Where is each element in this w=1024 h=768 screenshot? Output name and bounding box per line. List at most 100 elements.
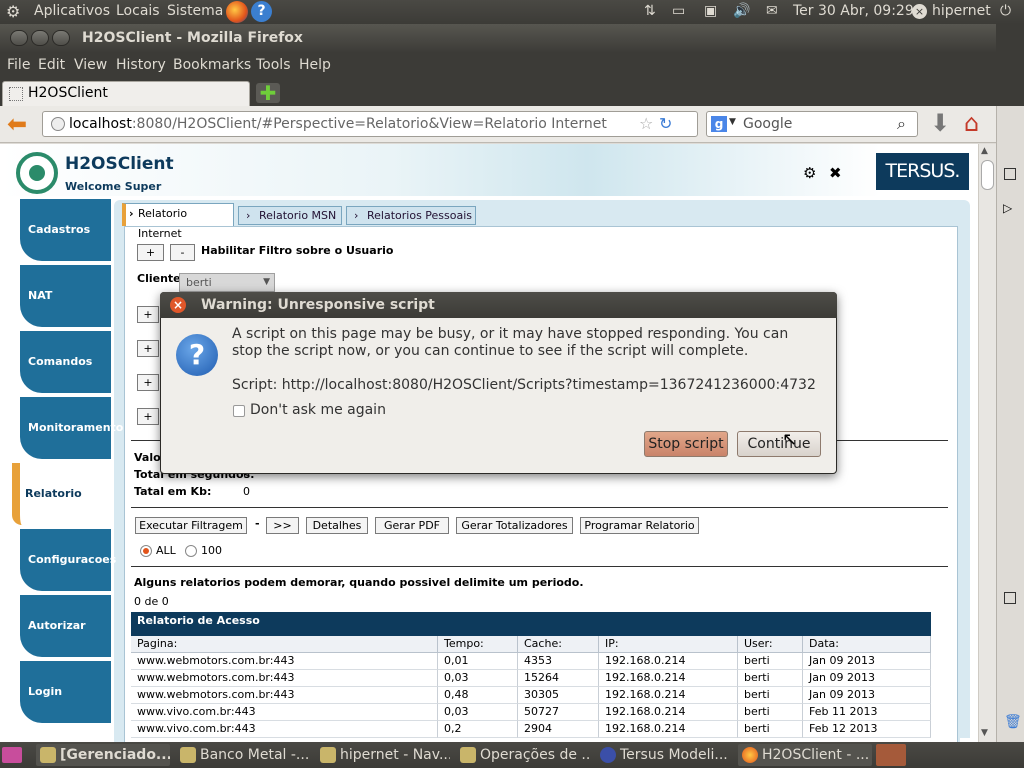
col-pagina[interactable]: Pagina:	[131, 636, 438, 653]
nav-login[interactable]: Login	[20, 661, 111, 723]
expand-button-5[interactable]: +	[137, 408, 159, 425]
dont-ask-label[interactable]: Don't ask me again	[250, 402, 386, 418]
reload-icon[interactable]: ↻	[659, 114, 672, 133]
task-operacoes[interactable]: Operações de ...	[456, 744, 590, 766]
tab-relatorio-msn[interactable]: › Relatorio MSN	[238, 206, 342, 225]
task-tersus[interactable]: Tersus Modeli...	[596, 744, 730, 766]
network-arrows-icon[interactable]: ⇅	[644, 3, 656, 19]
dock-window-icon[interactable]	[1004, 168, 1016, 180]
google-engine-icon[interactable]: g	[711, 116, 727, 132]
total-kb-value: 0	[243, 485, 250, 498]
expand-filter-button[interactable]: +	[137, 244, 164, 261]
detalhes-button[interactable]: Detalhes	[306, 517, 368, 534]
dont-ask-checkbox[interactable]	[233, 405, 245, 417]
power-icon[interactable]: ⏻	[1000, 3, 1011, 19]
menu-bookmarks[interactable]: Bookmarks	[173, 57, 251, 73]
scroll-down-icon[interactable]: ▼	[981, 728, 988, 738]
cell-user: berti	[738, 670, 803, 687]
menu-help[interactable]: Help	[299, 57, 331, 73]
tab-relatorios-pessoais[interactable]: › Relatorios Pessoais	[346, 206, 476, 225]
user-name[interactable]: hipernet	[932, 3, 991, 19]
scroll-thumb[interactable]	[981, 160, 994, 190]
cell-data: Feb 11 2013	[803, 704, 931, 721]
page-scrollbar[interactable]: ▲ ▼	[978, 144, 996, 742]
back-arrow-icon[interactable]: ⬅	[7, 112, 27, 136]
clock[interactable]: Ter 30 Abr, 09:29	[793, 3, 914, 19]
tab-relatorio-internet[interactable]: › Relatorio Internet	[122, 203, 234, 240]
downloads-icon[interactable]: ⬇	[930, 110, 950, 136]
cell-data: Jan 09 2013	[803, 670, 931, 687]
menu-view[interactable]: View	[74, 57, 107, 73]
help-launcher-icon[interactable]: ?	[251, 1, 272, 22]
url-path: :8080/H2OSClient/#Perspective=Relatorio&…	[131, 116, 607, 132]
menu-file[interactable]: File	[7, 57, 30, 73]
menu-edit[interactable]: Edit	[38, 57, 65, 73]
task-gerenciador[interactable]: [Gerenciado...	[36, 744, 170, 766]
col-user[interactable]: User:	[738, 636, 803, 653]
engine-dropdown-icon[interactable]: ▼	[729, 117, 736, 127]
stop-script-button[interactable]: Stop script	[644, 431, 728, 457]
applications-menu[interactable]: Aplicativos	[34, 3, 110, 19]
task-hipernet[interactable]: hipernet - Nav...	[316, 744, 450, 766]
workspace-switcher[interactable]	[876, 744, 906, 766]
ubuntu-logo-icon[interactable]: ⚙	[6, 2, 20, 21]
search-bar[interactable]: g ▼ Google ⌕	[706, 111, 918, 137]
dock-window-icon-2[interactable]	[1004, 592, 1016, 604]
tab-label: H2OSClient	[28, 85, 108, 101]
nav-comandos[interactable]: Comandos	[20, 331, 111, 393]
nav-cadastros[interactable]: Cadastros	[20, 199, 111, 261]
gerar-pdf-button[interactable]: Gerar PDF	[375, 517, 449, 534]
search-icon[interactable]: ⌕	[897, 114, 906, 134]
col-tempo[interactable]: Tempo:	[438, 636, 518, 653]
home-icon[interactable]: ⌂	[964, 110, 979, 136]
nav-monitoramento[interactable]: Monitoramento	[20, 397, 123, 459]
gerar-totalizadores-button[interactable]: Gerar Totalizadores	[456, 517, 573, 534]
firefox-launcher-icon[interactable]	[226, 1, 248, 23]
new-tab-button[interactable]: ✚	[256, 83, 280, 103]
show-desktop-icon[interactable]	[2, 747, 22, 763]
col-data[interactable]: Data:	[803, 636, 931, 653]
maximize-window-icon[interactable]	[52, 30, 70, 46]
trash-icon[interactable]: 🗑	[1004, 714, 1022, 730]
col-cache[interactable]: Cache:	[518, 636, 599, 653]
scroll-up-icon[interactable]: ▲	[981, 146, 988, 156]
dialog-close-icon[interactable]: ×	[170, 297, 186, 313]
expand-button-3[interactable]: +	[137, 340, 159, 357]
site-identity-icon[interactable]	[51, 117, 65, 131]
collapse-filter-button[interactable]: -	[170, 244, 195, 261]
executar-filtragem-button[interactable]: Executar Filtragem	[135, 517, 247, 534]
mail-icon[interactable]: ✉	[766, 3, 778, 19]
mouse-cursor-icon: ↖	[782, 429, 798, 450]
radio-all[interactable]	[140, 545, 152, 557]
minimize-window-icon[interactable]	[31, 30, 49, 46]
col-ip[interactable]: IP:	[599, 636, 738, 653]
nav-configuracoes[interactable]: Configuracoes	[20, 529, 116, 591]
display-icon[interactable]: ▣	[704, 3, 717, 19]
continue-button[interactable]: Continue	[737, 431, 821, 457]
window-list-icon[interactable]: ▭	[672, 3, 685, 19]
menu-history[interactable]: History	[116, 57, 166, 73]
dock-play-icon[interactable]: ▷	[1003, 201, 1012, 215]
network-status-icon[interactable]: ⚙	[803, 164, 816, 182]
nav-autorizar[interactable]: Autorizar	[20, 595, 111, 657]
expand-button-2[interactable]: +	[137, 306, 159, 323]
nav-nat[interactable]: NAT	[20, 265, 111, 327]
places-menu[interactable]: Locais	[116, 3, 160, 19]
task-banco-metal[interactable]: Banco Metal -...	[176, 744, 310, 766]
menu-tools[interactable]: Tools	[256, 57, 291, 73]
task-h2osclient[interactable]: H2OSClient - ...	[738, 744, 872, 766]
folder-icon	[180, 747, 196, 763]
browser-tab[interactable]: H2OSClient	[2, 81, 250, 106]
bookmark-star-icon[interactable]: ☆	[639, 114, 653, 133]
nav-relatorio[interactable]: Relatorio	[12, 463, 111, 525]
expand-button-4[interactable]: +	[137, 374, 159, 391]
url-bar[interactable]: localhost:8080/H2OSClient/#Perspective=R…	[42, 111, 698, 137]
close-window-icon[interactable]	[10, 30, 28, 46]
volume-icon[interactable]: 🔊	[733, 3, 750, 19]
programar-relatorio-button[interactable]: Programar Relatorio	[580, 517, 699, 534]
radio-100[interactable]	[185, 545, 197, 557]
next-button[interactable]: >>	[266, 517, 299, 534]
cliente-select[interactable]: berti ▼	[179, 273, 275, 292]
disconnect-icon[interactable]: ✖	[829, 164, 842, 182]
system-menu[interactable]: Sistema	[167, 3, 223, 19]
